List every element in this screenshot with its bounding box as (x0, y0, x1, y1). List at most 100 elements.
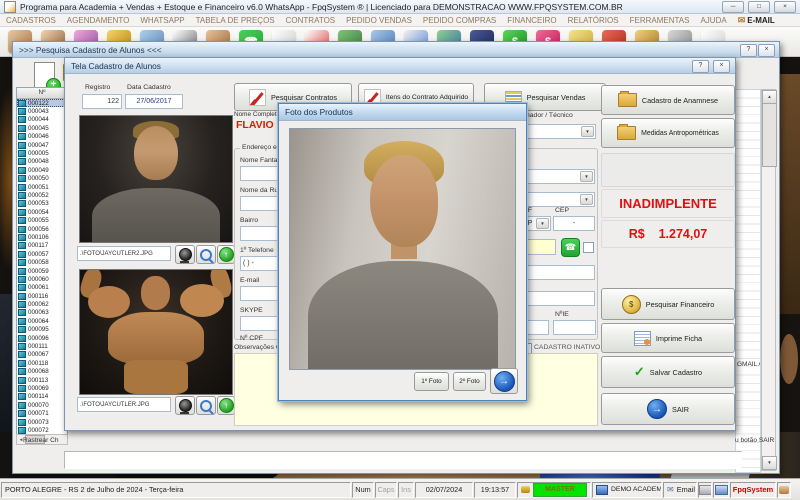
photo1-path-field[interactable]: .\FOTO\JAYCUTLER2.JPG (77, 246, 171, 261)
student-row-000060[interactable]: 000060 (17, 275, 67, 283)
student-row-000056[interactable]: 000056 (17, 225, 67, 233)
photo1-webcam-button[interactable] (175, 245, 195, 264)
tela-help-button[interactable]: ? (692, 60, 709, 73)
menu-item-pedido-vendas[interactable]: PEDIDO VENDAS (346, 16, 412, 25)
student-row-000118[interactable]: 000118 (17, 359, 67, 367)
photo2-zoom-button[interactable] (196, 396, 216, 415)
vscroll-up-arrow[interactable]: ▲ (762, 90, 777, 104)
student-row-000043[interactable]: 000043 (17, 107, 67, 116)
photo1-zoom-button[interactable] (196, 245, 216, 264)
sair-button[interactable]: SAIR (601, 393, 735, 425)
student-row-000049[interactable]: 000049 (17, 166, 67, 174)
student-row-000063[interactable]: 000063 (17, 309, 67, 317)
whatsapp-icon[interactable] (561, 238, 580, 257)
student-row-000045[interactable]: 000045 (17, 124, 67, 132)
grid-vscrollbar[interactable]: ▲ ▼ (761, 89, 777, 471)
foto-dialog-titlebar[interactable]: Foto dos Produtos (279, 104, 526, 121)
menu-item-ferramentas[interactable]: FERRAMENTAS (630, 16, 690, 25)
foto2-button[interactable]: 2º Foto (453, 372, 486, 391)
student-row-000070[interactable]: 000070 (17, 401, 67, 409)
student-row-000061[interactable]: 000061 (17, 284, 67, 292)
statusbar-users-segment[interactable] (777, 481, 791, 498)
student-row-000122[interactable]: 000122 (17, 99, 67, 108)
cep-field[interactable]: - (553, 216, 595, 231)
menu-item-email[interactable]: ✉ E-MAIL (738, 15, 775, 26)
data-cadastro-field[interactable]: 27/06/2017 (125, 94, 183, 109)
minimize-button[interactable]: ─ (722, 0, 744, 13)
registro-field[interactable]: 122 (82, 94, 122, 109)
student-row-000095[interactable]: 000095 (17, 326, 67, 334)
medidas-antropometricas-button[interactable]: Medidas Antropométricas (601, 118, 735, 148)
pesquisa-titlebar[interactable]: >>> Pesquisa Cadastro de Alunos <<< ? × (13, 42, 779, 58)
statusbar-caps: Caps (375, 481, 397, 498)
student-row-000068[interactable]: 000068 (17, 368, 67, 376)
menu-item-financeiro[interactable]: FINANCEIRO (507, 16, 556, 25)
menu-item-cadastros[interactable]: CADASTROS (6, 16, 56, 25)
photo2-webcam-button[interactable] (175, 396, 195, 415)
close-button[interactable]: × (774, 0, 796, 13)
foto-next-button[interactable] (490, 368, 518, 394)
pesquisa-help-button[interactable]: ? (740, 44, 757, 57)
menu-item-agendamento[interactable]: AGENDAMENTO (67, 16, 130, 25)
whatsapp-checkbox[interactable] (583, 242, 594, 253)
foto1-button[interactable]: 1º Foto (414, 372, 449, 391)
student-row-000096[interactable]: 000096 (17, 334, 67, 342)
student-row-000046[interactable]: 000046 (17, 133, 67, 141)
student-row-000052[interactable]: 000052 (17, 191, 67, 199)
student-row-000048[interactable]: 000048 (17, 158, 67, 166)
student-row-000058[interactable]: 000058 (17, 258, 67, 267)
photo2-path-field[interactable]: .\FOTO\JAYCUTLER.JPG (77, 397, 171, 412)
student-row-000051[interactable]: 000051 (17, 183, 67, 191)
cep-label: CEP (555, 207, 569, 214)
menu-item-contratos[interactable]: CONTRATOS (286, 16, 335, 25)
student-row-000064[interactable]: 000064 (17, 317, 67, 325)
student-row-000005[interactable]: 000005 (17, 149, 67, 158)
imprime-ficha-button[interactable]: Imprime Ficha (601, 323, 735, 353)
student-row-000073[interactable]: 000073 (17, 418, 67, 426)
photo1-load-button[interactable] (217, 245, 235, 264)
student-row-000044[interactable]: 000044 (17, 116, 67, 124)
student-row-000062[interactable]: 000062 (17, 300, 67, 309)
vscroll-down-arrow[interactable]: ▼ (762, 456, 777, 470)
student-row-000055[interactable]: 000055 (17, 216, 67, 225)
vscroll-thumb[interactable] (762, 103, 777, 167)
student-row-000057[interactable]: 000057 (17, 250, 67, 258)
student-row-000054[interactable]: 000054 (17, 208, 67, 216)
app-titlebar[interactable]: Programa para Academia + Vendas + Estoqu… (0, 0, 800, 14)
new-record-icon[interactable] (34, 62, 61, 93)
salvar-cadastro-button[interactable]: Salvar Cadastro (601, 356, 735, 388)
nie-field[interactable] (553, 320, 596, 335)
statusbar-network-segment[interactable] (713, 481, 729, 498)
student-row-000111[interactable]: 000111 (17, 342, 67, 351)
statusbar-printer-segment[interactable] (698, 481, 712, 498)
student-row-icon (18, 158, 26, 166)
maximize-button[interactable]: □ (748, 0, 770, 13)
print-icon (633, 330, 651, 346)
menu-item-whatsapp[interactable]: WHATSAPP (140, 16, 184, 25)
student-row-000114[interactable]: 000114 (17, 393, 67, 401)
student-row-000116[interactable]: 000116 (17, 292, 67, 300)
pesquisar-financeiro-button[interactable]: Pesquisar Financeiro (601, 288, 735, 320)
tela-titlebar[interactable]: Tela Cadastro de Alunos ? × (65, 58, 735, 74)
menu-item-ajuda[interactable]: AJUDA (700, 16, 726, 25)
student-row-000067[interactable]: 000067 (17, 351, 67, 359)
photo2-load-button[interactable] (217, 396, 235, 415)
student-row-000117[interactable]: 000117 (17, 242, 67, 250)
student-row-icon (18, 191, 26, 199)
menu-item-pedido-compras[interactable]: PEDIDO COMPRAS (423, 16, 496, 25)
student-list[interactable]: Nº 000122 000043 000044 000045 000046 000047 0… (16, 87, 68, 436)
student-row-000047[interactable]: 000047 (17, 141, 67, 149)
menu-item-relat-rios[interactable]: RELATÓRIOS (568, 16, 619, 25)
cadastro-anamnese-button[interactable]: Cadastro de Anamnese (601, 85, 735, 115)
student-row-000106[interactable]: 000106 (17, 233, 67, 241)
student-row-000069[interactable]: 000069 (17, 384, 67, 392)
student-row-000053[interactable]: 000053 (17, 200, 67, 208)
student-row-000050[interactable]: 000050 (17, 175, 67, 183)
student-row-000113[interactable]: 000113 (17, 376, 67, 384)
student-row-000071[interactable]: 000071 (17, 409, 67, 418)
student-row-000059[interactable]: 000059 (17, 267, 67, 275)
tela-close-button[interactable]: × (713, 60, 730, 73)
pesquisa-close-button[interactable]: × (758, 44, 775, 57)
statusbar-email-segment[interactable]: ✉ Email (663, 481, 697, 498)
menu-item-tabela-de-pre-os[interactable]: TABELA DE PREÇOS (196, 16, 275, 25)
